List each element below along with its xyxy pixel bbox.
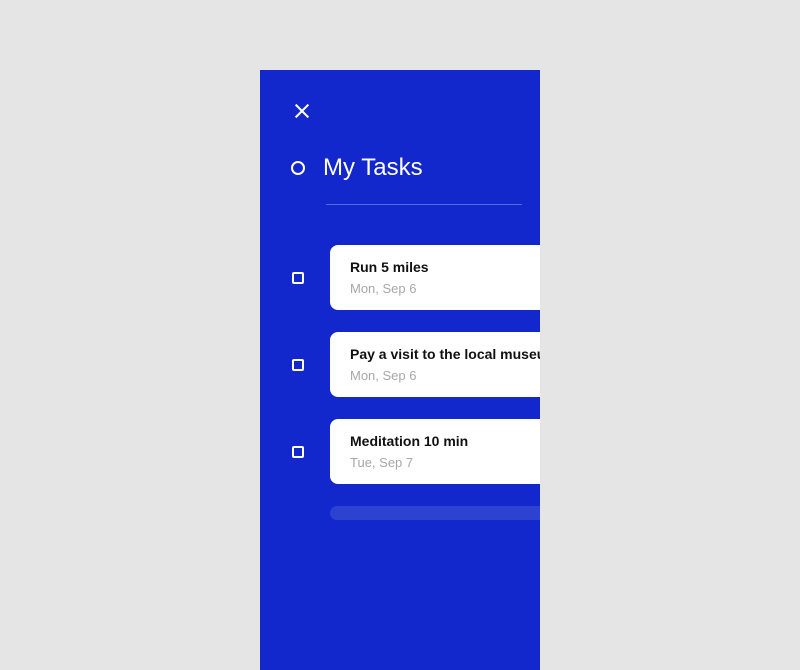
- task-title: Run 5 miles: [350, 259, 522, 275]
- task-card[interactable]: Run 5 miles Mon, Sep 6: [330, 245, 540, 310]
- task-row: [290, 506, 522, 520]
- task-title: Meditation 10 min: [350, 433, 522, 449]
- task-checkbox[interactable]: [292, 446, 304, 458]
- circle-icon: [291, 161, 305, 175]
- task-date: Mon, Sep 6: [350, 281, 522, 296]
- task-date: Mon, Sep 6: [350, 368, 522, 383]
- task-date: Tue, Sep 7: [350, 455, 522, 470]
- task-checkbox[interactable]: [292, 359, 304, 371]
- divider: [326, 204, 522, 205]
- task-row: Run 5 miles Mon, Sep 6: [290, 245, 522, 310]
- panel-title: My Tasks: [323, 154, 423, 182]
- task-checkbox[interactable]: [292, 272, 304, 284]
- task-row: Meditation 10 min Tue, Sep 7: [290, 419, 522, 484]
- task-row: Pay a visit to the local museum Mon, Sep…: [290, 332, 522, 397]
- task-title: Pay a visit to the local museum: [350, 346, 522, 362]
- task-list: Run 5 miles Mon, Sep 6 Pay a visit to th…: [290, 245, 522, 520]
- task-card-partial: [330, 506, 540, 520]
- panel-title-row: My Tasks: [290, 154, 522, 182]
- tasks-panel: My Tasks Run 5 miles Mon, Sep 6 Pay a vi…: [260, 70, 540, 670]
- task-card[interactable]: Meditation 10 min Tue, Sep 7: [330, 419, 540, 484]
- close-icon[interactable]: [293, 102, 311, 120]
- task-card[interactable]: Pay a visit to the local museum Mon, Sep…: [330, 332, 540, 397]
